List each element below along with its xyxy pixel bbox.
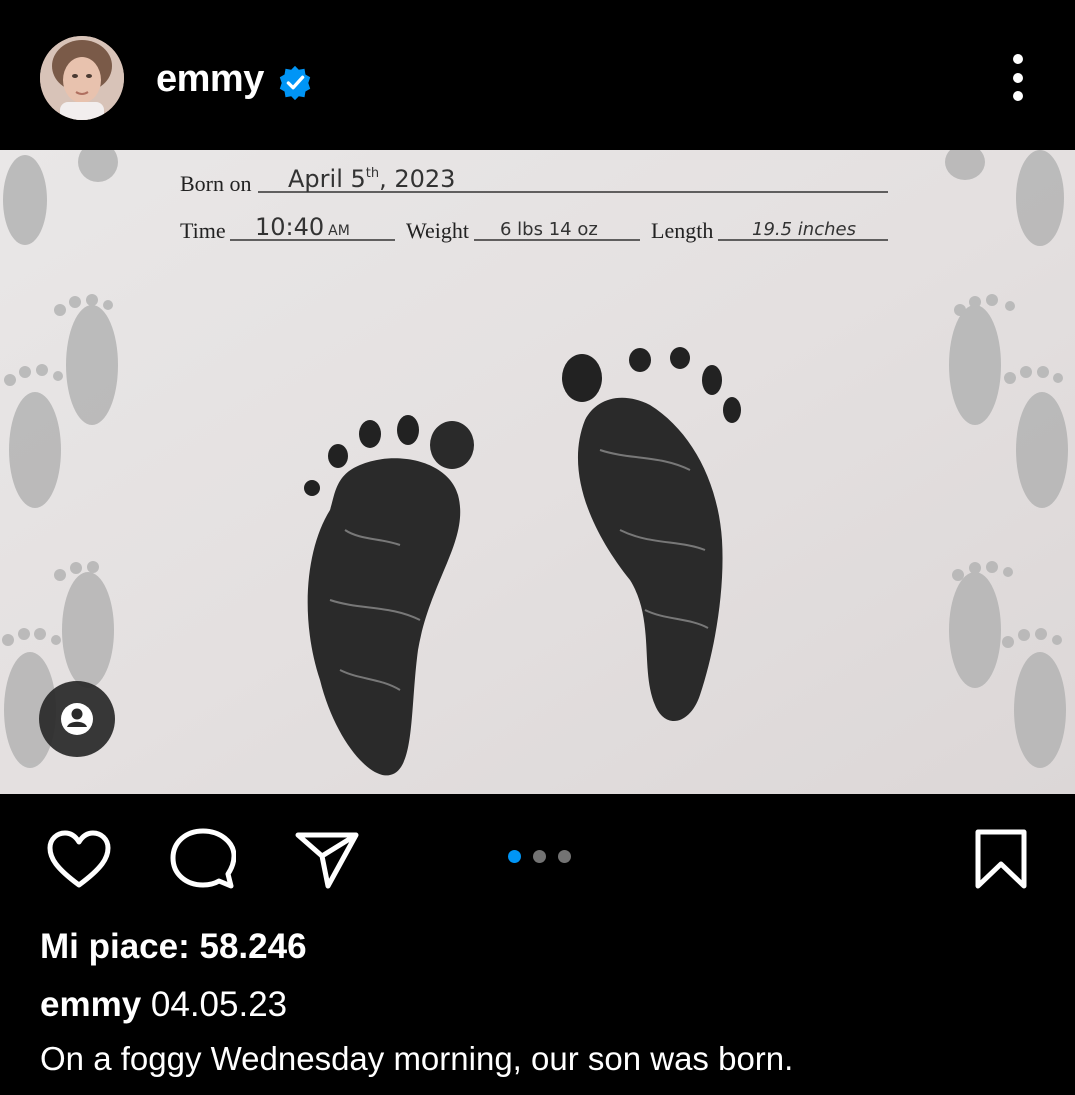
bookmark-icon[interactable] [972, 828, 1030, 890]
weight-label: Weight [406, 218, 469, 243]
carousel-dot [533, 850, 546, 863]
username[interactable]: emmy [156, 58, 264, 101]
caption-date: 04.05.23 [150, 985, 288, 1024]
born-on-label: Born on [180, 171, 252, 196]
footprint-certificate-image: Born on April 5th, 2023 Time 10:40 AM Wei… [0, 150, 1075, 794]
carousel-dot-active [508, 850, 521, 863]
time-label: Time [180, 218, 226, 243]
avatar[interactable] [40, 36, 124, 120]
send-icon[interactable] [294, 830, 360, 890]
weight-value: 6 lbs 14 oz [500, 219, 598, 240]
length-label: Length [651, 218, 713, 243]
user-tag-button[interactable] [39, 681, 115, 757]
verified-badge-icon [279, 65, 311, 101]
caption-header: emmy 04.05.23 [40, 985, 287, 1025]
carousel-dot [558, 850, 571, 863]
person-icon [61, 703, 93, 735]
heart-icon[interactable] [46, 830, 112, 890]
likes-count[interactable]: Mi piace: 58.246 [40, 927, 307, 967]
caption-text: On a foggy Wednesday morning, our son wa… [40, 1040, 794, 1077]
avatar-image [40, 36, 124, 120]
post-image[interactable]: Born on April 5th, 2023 Time 10:40 AM Wei… [0, 150, 1075, 794]
length-value: 19.5 inches [752, 219, 856, 240]
action-bar [0, 794, 1075, 924]
post-header: emmy [0, 0, 1075, 150]
comment-icon[interactable] [170, 828, 236, 890]
more-vertical-icon[interactable] [996, 50, 1040, 106]
caption-username[interactable]: emmy [40, 985, 141, 1024]
carousel-indicator [508, 850, 572, 864]
